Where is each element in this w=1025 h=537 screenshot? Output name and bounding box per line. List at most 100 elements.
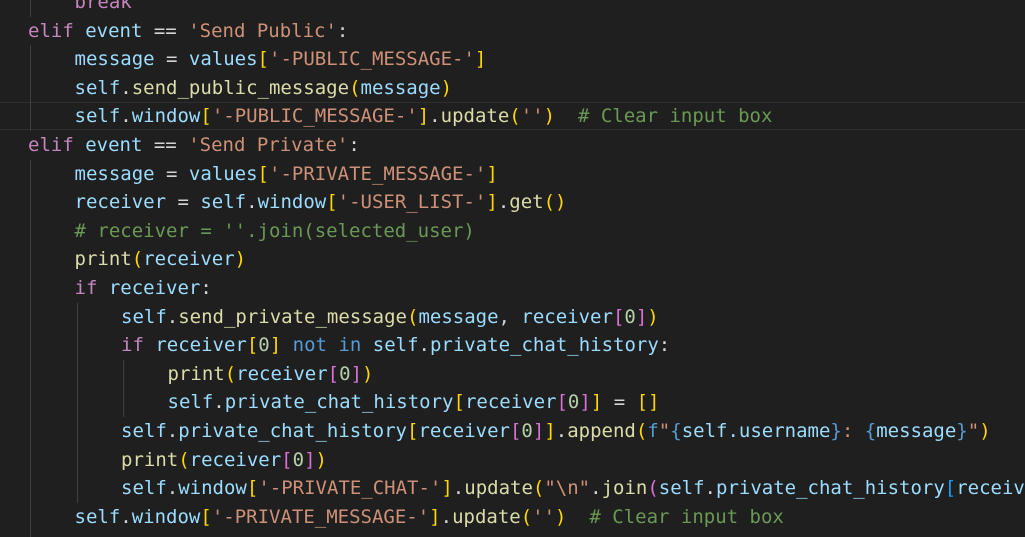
code-token: self: [74, 76, 121, 99]
code-token: # receiver = ''.join(selected_user): [74, 219, 475, 242]
code-token: print: [121, 448, 179, 471]
code-token: update: [452, 505, 521, 528]
code-line[interactable]: elif event == 'Send Private':: [28, 131, 360, 159]
code-token: ]: [429, 505, 441, 528]
code-token: update: [464, 477, 533, 500]
code-token: receiver: [189, 448, 282, 471]
code-line[interactable]: self.private_chat_history[receiver[0]] =…: [168, 388, 660, 416]
code-token: '-PUBLIC_MESSAGE-': [211, 105, 418, 128]
code-line[interactable]: self.send_public_message(message): [75, 74, 453, 102]
code-line[interactable]: print(receiver): [75, 245, 247, 273]
code-line[interactable]: if receiver:: [75, 274, 212, 302]
code-token: ): [234, 248, 247, 271]
code-token: [: [257, 162, 269, 185]
code-line[interactable]: # receiver = ''.join(selected_user): [75, 217, 475, 245]
code-token: self: [74, 105, 121, 128]
code-token: [: [246, 334, 259, 357]
code-token: '-PUBLIC_MESSAGE-': [269, 48, 475, 71]
code-token: []: [636, 391, 660, 414]
code-token: self: [74, 505, 121, 528]
code-token: [: [453, 391, 465, 414]
code-token: message: [418, 305, 499, 328]
code-token: (: [647, 477, 659, 500]
code-editor[interactable]: break elif event == 'Send Public': message…: [0, 0, 1025, 537]
code-token: ==: [153, 19, 177, 42]
code-token: message: [360, 76, 441, 99]
code-token: window: [131, 105, 201, 128]
code-line[interactable]: if receiver[0] not in self.private_chat_…: [121, 331, 670, 359]
code-token: receiver: [236, 362, 328, 385]
code-token: ]: [486, 162, 498, 185]
code-token: =: [602, 391, 637, 414]
code-token: .: [418, 334, 430, 357]
code-token: ): [555, 505, 567, 528]
code-token: .: [452, 477, 465, 500]
code-line[interactable]: elif event == 'Send Public':: [28, 17, 348, 45]
code-line[interactable]: self.private_chat_history[receiver[0]].a…: [121, 417, 991, 445]
code-token: ]: [579, 391, 591, 414]
code-token: =: [154, 162, 189, 185]
code-token: .: [590, 477, 602, 500]
code-line[interactable]: message = values['-PUBLIC_MESSAGE-']: [75, 45, 487, 73]
code-line[interactable]: print(receiver[0]): [168, 360, 374, 388]
code-token: f: [647, 420, 659, 442]
code-token: values: [188, 162, 258, 185]
code-token: (: [349, 76, 361, 99]
code-token: self.username: [681, 420, 831, 442]
code-token: .: [120, 76, 132, 99]
code-token: elif: [28, 19, 74, 42]
code-token: (): [543, 191, 567, 214]
code-token: [: [326, 191, 338, 214]
code-token: self: [121, 477, 167, 500]
code-token: receiver: [464, 391, 557, 414]
code-token: =: [166, 191, 201, 214]
code-line[interactable]: receiver = self.window['-USER_LIST-'].ge…: [75, 188, 567, 216]
code-line[interactable]: print(receiver[0]): [121, 446, 327, 474]
code-token: (: [224, 362, 237, 385]
code-token: .: [429, 105, 441, 128]
code-token: ]: [474, 48, 487, 71]
code-token: window: [131, 505, 201, 528]
code-token: .: [166, 420, 179, 442]
code-token: in: [338, 334, 362, 357]
code-token: print: [167, 362, 225, 385]
code-token: ]: [304, 448, 316, 471]
code-token: 0: [258, 334, 270, 357]
code-token: (: [509, 105, 521, 128]
code-token: [: [200, 505, 212, 528]
code-token: private_chat_history: [429, 334, 659, 357]
code-token: [: [327, 362, 340, 385]
code-token: self: [200, 191, 247, 214]
code-token: '-USER_LIST-': [337, 191, 487, 214]
code-token: 0: [292, 448, 305, 471]
code-line[interactable]: self.window['-PRIVATE_MESSAGE-'].update(…: [75, 503, 784, 531]
code-token: '-PRIVATE_MESSAGE-': [269, 162, 487, 185]
code-token: 0: [624, 305, 636, 328]
code-token: self: [361, 334, 419, 357]
code-line[interactable]: self.window['-PRIVATE_CHAT-'].update("\n…: [121, 474, 1025, 502]
code-token: send_public_message: [131, 76, 350, 99]
code-token: private_chat_history: [224, 391, 454, 414]
code-token: ]: [635, 305, 648, 328]
code-token: [: [246, 477, 259, 500]
code-token: event: [73, 19, 154, 42]
code-line[interactable]: break: [75, 0, 132, 16]
code-token: .: [120, 105, 132, 128]
code-token: '-PRIVATE_CHAT-': [258, 477, 442, 500]
code-line[interactable]: self.window['-PUBLIC_MESSAGE-'].update('…: [75, 102, 773, 130]
code-token: (: [131, 248, 144, 271]
code-line[interactable]: self.send_private_message(message, recei…: [121, 303, 659, 331]
code-token: if: [74, 277, 98, 299]
code-token: receiver: [956, 477, 1025, 500]
code-token: (: [178, 448, 190, 471]
code-token: ]: [269, 334, 282, 357]
code-token: break: [74, 0, 132, 13]
code-line[interactable]: message = values['-PRIVATE_MESSAGE-']: [75, 160, 498, 188]
code-token: receiver: [521, 305, 613, 328]
code-line[interactable]: else: [75, 531, 121, 537]
code-token: [: [257, 48, 269, 71]
code-token: ==: [153, 134, 177, 156]
code-token: .: [555, 420, 568, 442]
